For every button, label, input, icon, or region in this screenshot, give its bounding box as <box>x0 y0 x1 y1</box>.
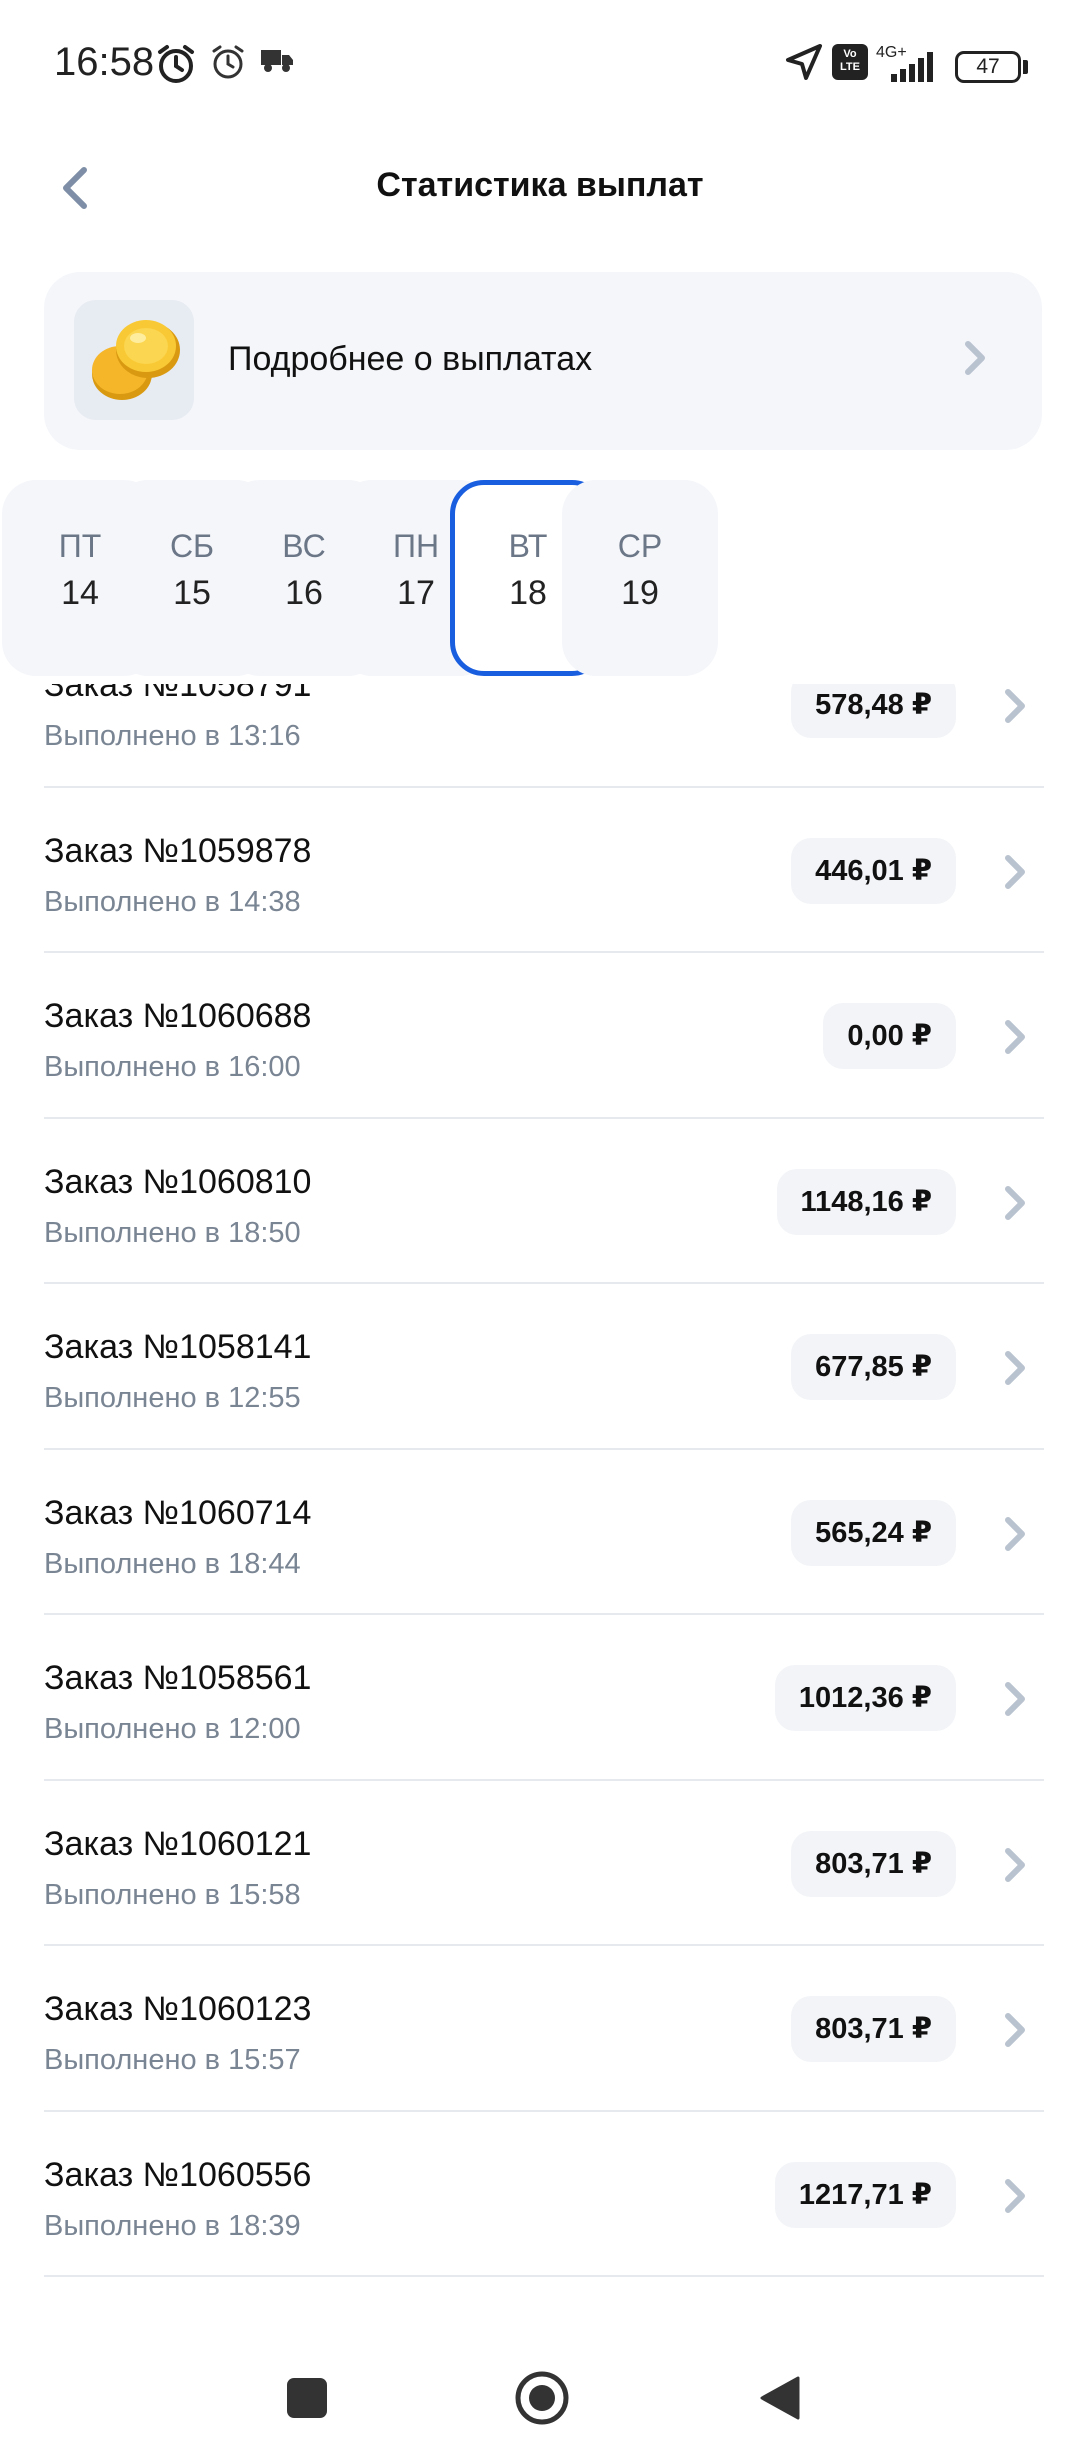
order-title: Заказ №1058791 <box>44 684 312 704</box>
day-name: СР <box>617 528 663 564</box>
chevron-right-icon <box>1000 2174 1030 2223</box>
order-title: Заказ №1060810 <box>44 1162 312 1201</box>
battery-tip <box>1023 60 1028 74</box>
order-title: Заказ №1060714 <box>44 1493 312 1532</box>
day-number: 19 <box>621 574 659 612</box>
order-title: Заказ №1060123 <box>44 1990 312 2028</box>
order-amount: 1148,16 ₽ <box>776 1168 956 1235</box>
order-amount: 0,00 ₽ <box>823 1003 956 1069</box>
order-row[interactable]: Заказ №1059878 Выполнено в 14:38 446,01 ₽ <box>0 788 1080 954</box>
order-amount: 578,48 ₽ <box>791 684 956 738</box>
order-completed-time: Выполнено в 15:58 <box>44 1878 301 1911</box>
order-amount: 677,85 ₽ <box>791 1334 956 1400</box>
chevron-right-icon <box>960 336 990 385</box>
chevron-right-icon <box>1000 1677 1030 1726</box>
recents-button[interactable] <box>287 2378 327 2418</box>
coins-icon <box>74 300 194 420</box>
order-completed-time: Выполнено в 15:57 <box>44 2044 301 2076</box>
chevron-right-icon <box>1000 1346 1030 1395</box>
back-nav-button[interactable] <box>758 2374 802 2427</box>
chevron-right-icon <box>1000 1015 1030 1064</box>
order-completed-time: Выполнено в 12:55 <box>44 1382 301 1414</box>
day-selector: ПТ 14 СБ 15 ВС 16 ПН 17 ВТ 18 СР 19 <box>0 480 1080 676</box>
order-amount: 1217,71 ₽ <box>774 2161 956 2228</box>
order-completed-time: Выполнено в 12:00 <box>44 1713 301 1745</box>
order-row[interactable]: Заказ №1060121 Выполнено в 15:58 803,71 ₽ <box>0 1781 1080 1947</box>
order-completed-time: Выполнено в 13:16 <box>44 720 301 752</box>
payout-info-card[interactable]: Подробнее о выплатах <box>44 272 1042 450</box>
chevron-right-icon <box>1000 1843 1030 1892</box>
page-title: Статистика выплат <box>376 166 704 204</box>
alarm-icon <box>154 42 198 91</box>
order-row[interactable]: Заказ №1058791 Выполнено в 13:16 578,48 ₽ <box>0 684 1080 788</box>
order-row[interactable]: Заказ №1060810 Выполнено в 18:50 1148,16 ₽ <box>0 1119 1080 1285</box>
truck-icon <box>260 48 294 79</box>
order-amount: 446,01 ₽ <box>791 837 956 904</box>
order-row[interactable]: Заказ №1060688 Выполнено в 16:00 0,00 ₽ <box>0 953 1080 1119</box>
chevron-left-icon <box>52 167 100 222</box>
home-button[interactable] <box>514 2370 570 2431</box>
chevron-right-icon <box>1000 684 1030 733</box>
volte-badge: Vo LTE <box>832 44 868 80</box>
order-completed-time: Выполнено в 18:39 <box>44 2209 301 2242</box>
signal-icon <box>890 52 950 87</box>
order-completed-time: Выполнено в 18:44 <box>44 1547 301 1580</box>
order-completed-time: Выполнено в 18:50 <box>44 1216 301 1249</box>
battery-icon: 47 <box>955 51 1021 83</box>
order-completed-time: Выполнено в 16:00 <box>44 1051 301 1083</box>
order-completed-time: Выполнено в 14:38 <box>44 885 301 918</box>
chevron-right-icon <box>1000 1181 1030 1230</box>
alarm-icon <box>208 42 248 87</box>
order-row[interactable]: Заказ №1060123 Выполнено в 15:57 803,71 ₽ <box>0 1946 1080 2112</box>
order-row[interactable]: Заказ №1060556 Выполнено в 18:39 1217,71 ₽ <box>0 2112 1080 2278</box>
chevron-right-icon <box>1000 1512 1030 1561</box>
order-amount: 1012,36 ₽ <box>774 1665 956 1731</box>
orders-list: Заказ №1058791 Выполнено в 13:16 578,48 ₽ З… <box>0 684 1080 2324</box>
order-title: Заказ №1058141 <box>44 1328 312 1366</box>
day-tab[interactable]: СР 19 <box>562 480 718 676</box>
status-time: 16:58 <box>54 40 155 84</box>
order-row[interactable]: Заказ №1060714 Выполнено в 18:44 565,24 ₽ <box>0 1450 1080 1616</box>
order-amount: 803,71 ₽ <box>791 1830 956 1897</box>
order-title: Заказ №1058561 <box>44 1659 312 1697</box>
payout-info-label: Подробнее о выплатах <box>228 340 593 378</box>
order-row[interactable]: Заказ №1058561 Выполнено в 12:00 1012,36 ₽ <box>0 1615 1080 1781</box>
order-title: Заказ №1060556 <box>44 2155 312 2194</box>
order-title: Заказ №1060121 <box>44 1824 312 1863</box>
chevron-right-icon <box>1000 2008 1030 2057</box>
order-row[interactable]: Заказ №1058141 Выполнено в 12:55 677,85 ₽ <box>0 1284 1080 1450</box>
order-amount: 565,24 ₽ <box>791 1499 956 1566</box>
status-bar: 16:58 Vo LTE 4G+ 47 <box>0 0 1080 130</box>
chevron-right-icon <box>1000 850 1030 899</box>
order-amount: 803,71 ₽ <box>791 1996 956 2062</box>
system-nav-bar <box>0 2340 1080 2460</box>
order-title: Заказ №1059878 <box>44 831 312 870</box>
order-title: Заказ №1060688 <box>44 997 312 1035</box>
location-arrow-icon <box>784 42 824 87</box>
